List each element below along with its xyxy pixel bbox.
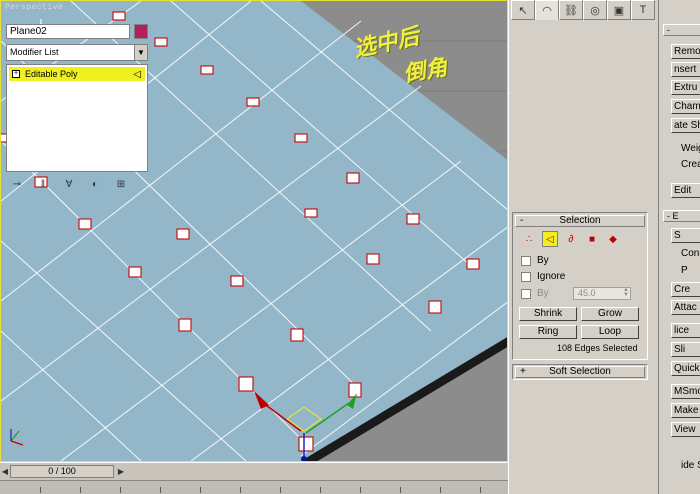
remove-modifier-icon[interactable]: ◐ <box>88 179 102 190</box>
by-vertex-checkbox[interactable]: By <box>521 255 549 266</box>
checkbox-box[interactable] <box>521 255 531 266</box>
edit-geometry-header[interactable]: - E <box>663 210 700 222</box>
by-angle-label: By <box>537 288 549 299</box>
constraints-label: Cons <box>681 248 700 259</box>
quickslice-button[interactable]: Quick <box>671 361 700 376</box>
pin-stack-icon[interactable]: ⊸ <box>10 179 24 190</box>
ignore-backfacing-checkbox[interactable]: Ignore <box>521 271 565 282</box>
shrink-button[interactable]: Shrink <box>519 307 577 321</box>
selection-title: Selection <box>559 215 601 226</box>
insert-vertex-button[interactable]: nsert <box>671 62 700 77</box>
expand-icon: + <box>520 366 526 377</box>
soft-selection-rollout[interactable]: + Soft Selection <box>512 364 648 380</box>
msmooth-button[interactable]: MSmoo <box>671 384 700 399</box>
create-tab-icon[interactable]: ↖ <box>511 0 535 20</box>
show-end-result-icon[interactable]: ‖ <box>36 179 50 190</box>
motion-tab-icon[interactable]: ◎ <box>583 0 607 20</box>
selection-status: 108 Edges Selected <box>557 343 638 353</box>
hierarchy-tab-icon[interactable]: ⛓ <box>559 0 583 20</box>
element-mode-icon[interactable]: ◆ <box>605 231 621 247</box>
spinner-arrows-icon[interactable]: ▲ ▼ <box>622 287 630 299</box>
utilities-tab-icon[interactable]: T <box>631 0 655 20</box>
time-slider-frame[interactable]: 0 / 100 <box>10 465 114 478</box>
expand-icon[interactable]: + <box>12 70 20 78</box>
extrude-button[interactable]: Extru <box>671 80 700 95</box>
hide-selected-label: ide S <box>681 460 700 471</box>
time-next-icon[interactable]: ▶ <box>116 465 126 478</box>
soft-selection-header[interactable]: + Soft Selection <box>515 366 645 378</box>
by-vertex-label: By <box>537 255 549 266</box>
time-slider-bar[interactable]: ◀ 0 / 100 ▶ <box>0 462 508 480</box>
edge-mode-icon[interactable]: ◁ <box>542 231 558 247</box>
weight-label: Weig <box>681 143 700 154</box>
modify-tab-icon[interactable]: ◠ <box>535 0 559 20</box>
edit-edges-header[interactable]: - <box>663 24 700 36</box>
subobject-level-icons: ∴ ◁ ∂ ■ ◆ <box>521 231 621 247</box>
command-tabs: ↖ ◠ ⛓ ◎ ▣ T <box>511 0 657 20</box>
ring-button[interactable]: Ring <box>519 325 577 339</box>
polygon-mode-icon[interactable]: ■ <box>584 231 600 247</box>
repeat-last-button[interactable]: S <box>671 228 700 243</box>
preserve-uvs-label: P <box>681 265 688 276</box>
stack-item-label: Editable Poly <box>25 69 78 79</box>
selection-rollout: - Selection ∴ ◁ ∂ ■ ◆ By Ignore By 45.0 … <box>512 212 648 360</box>
angle-value: 45.0 <box>578 288 596 298</box>
object-name-input[interactable]: Plane02 <box>6 24 130 39</box>
configure-sets-icon[interactable]: ⊞ <box>114 179 128 190</box>
viewport-label[interactable]: Perspective <box>5 3 63 12</box>
loop-button[interactable]: Loop <box>581 325 639 339</box>
modifier-list-label: Modifier List <box>10 47 59 57</box>
selection-rollout-header[interactable]: - Selection <box>515 215 645 227</box>
slice-button[interactable]: Sli <box>671 342 700 357</box>
second-command-column: - Remo nsert Extru Chamf ate Sh Weig Cre… <box>658 0 700 494</box>
chevron-down-icon[interactable]: ▼ <box>134 45 147 60</box>
create-button[interactable]: Cre <box>671 282 700 297</box>
ignore-label: Ignore <box>537 271 566 282</box>
slice-plane-button[interactable]: lice <box>671 323 700 338</box>
view-align-button[interactable]: View <box>671 422 700 437</box>
make-unique-icon[interactable]: ∀ <box>62 179 76 190</box>
stack-toolbar: ⊸ ‖ ∀ ◐ ⊞ <box>10 176 148 192</box>
make-planar-button[interactable]: Make <box>671 403 700 418</box>
modifier-list-dropdown[interactable]: Modifier List ▼ <box>6 44 148 61</box>
stack-item-editable-poly[interactable]: + Editable Poly ◁ <box>9 67 145 81</box>
object-color-swatch[interactable] <box>134 24 148 39</box>
subobject-edge-icon: ◁ <box>133 68 141 80</box>
angle-spinner[interactable]: 45.0 ▲ ▼ <box>573 287 631 300</box>
by-angle-checkbox[interactable]: By <box>521 288 549 299</box>
soft-selection-title: Soft Selection <box>549 366 611 377</box>
checkbox-box[interactable] <box>521 271 531 282</box>
display-tab-icon[interactable]: ▣ <box>607 0 631 20</box>
checkbox-box[interactable] <box>521 288 531 299</box>
modifier-stack[interactable]: + Editable Poly ◁ <box>6 64 148 172</box>
chamfer-button[interactable]: Chamf <box>671 99 700 114</box>
border-mode-icon[interactable]: ∂ <box>563 231 579 247</box>
time-prev-icon[interactable]: ◀ <box>0 465 10 478</box>
attach-button[interactable]: Attac <box>671 300 700 315</box>
collapse-icon: - <box>520 215 524 226</box>
create-shape-button[interactable]: ate Sh <box>671 118 700 133</box>
remove-button[interactable]: Remo <box>671 44 700 59</box>
vertex-mode-icon[interactable]: ∴ <box>521 231 537 247</box>
grow-button[interactable]: Grow <box>581 307 639 321</box>
edit-tri-button[interactable]: Edit <box>671 183 700 198</box>
crease-label: Crea <box>681 159 700 170</box>
